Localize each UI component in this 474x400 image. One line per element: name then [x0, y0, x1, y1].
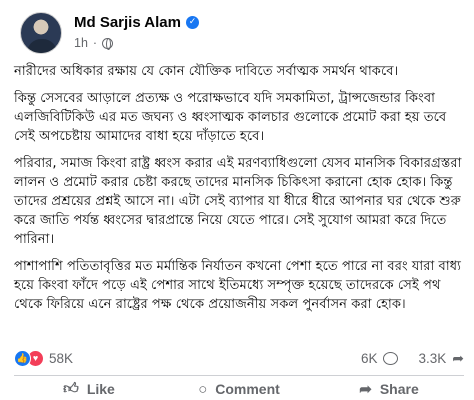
globe-icon	[102, 37, 114, 50]
like-button[interactable]: 👍︎ Like	[14, 378, 164, 400]
comment-count[interactable]: 6K	[361, 351, 378, 366]
comment-button[interactable]: ○ Comment	[164, 378, 314, 400]
meta-separator: ·	[92, 36, 98, 50]
author-row: Md Sarjis Alam ✓	[74, 14, 199, 31]
like-label: Like	[86, 381, 115, 397]
post-actions: 👍︎ Like ○ Comment ➦ Share	[14, 378, 464, 400]
post-text: নারীদের অধিকার রক্ষায় যে কোন যৌক্তিক দা…	[14, 62, 466, 322]
share-label: Share	[379, 381, 419, 397]
share-count-icon: ➦	[452, 349, 464, 366]
comment-count-icon	[383, 351, 399, 365]
author-avatar[interactable]	[20, 12, 62, 54]
post-paragraph: কিন্তু সেসবের আড়ালে প্রত্যক্ষ ও পরোক্ষভ…	[14, 91, 447, 144]
verified-icon: ✓	[185, 16, 199, 29]
post-meta: 1h ·	[74, 36, 114, 50]
post-header: Md Sarjis Alam ✓ 1h ·	[14, 12, 464, 62]
stats-right: 6K 3.3K ➦	[361, 350, 464, 367]
like-reaction-icon[interactable]: 👍	[14, 349, 31, 367]
post-paragraph: পাশাপাশি পতিতাবৃত্তির মত মর্মান্তিক নির্…	[14, 259, 461, 312]
reaction-count[interactable]: 58K	[49, 351, 73, 366]
actions-divider	[14, 375, 464, 376]
comment-label: Comment	[215, 381, 280, 397]
share-button[interactable]: ➦ Share	[314, 378, 464, 400]
post-paragraph: নারীদের অধিকার রক্ষায় যে কোন যৌক্তিক দা…	[14, 64, 399, 79]
post-time[interactable]: 1h	[74, 36, 88, 50]
share-count[interactable]: 3.3K	[418, 351, 446, 366]
share-icon: ➦	[359, 381, 372, 398]
author-name[interactable]: Md Sarjis Alam	[74, 14, 181, 31]
comment-icon: ○	[198, 380, 208, 398]
thumbs-up-icon: 👍︎	[63, 380, 79, 397]
post-stats: 👍 ♥ 58K 6K 3.3K ➦	[14, 347, 464, 369]
post-paragraph: পরিবার, সমাজ কিংবা রাষ্ট্র ধ্বংস করার এই…	[14, 156, 462, 247]
